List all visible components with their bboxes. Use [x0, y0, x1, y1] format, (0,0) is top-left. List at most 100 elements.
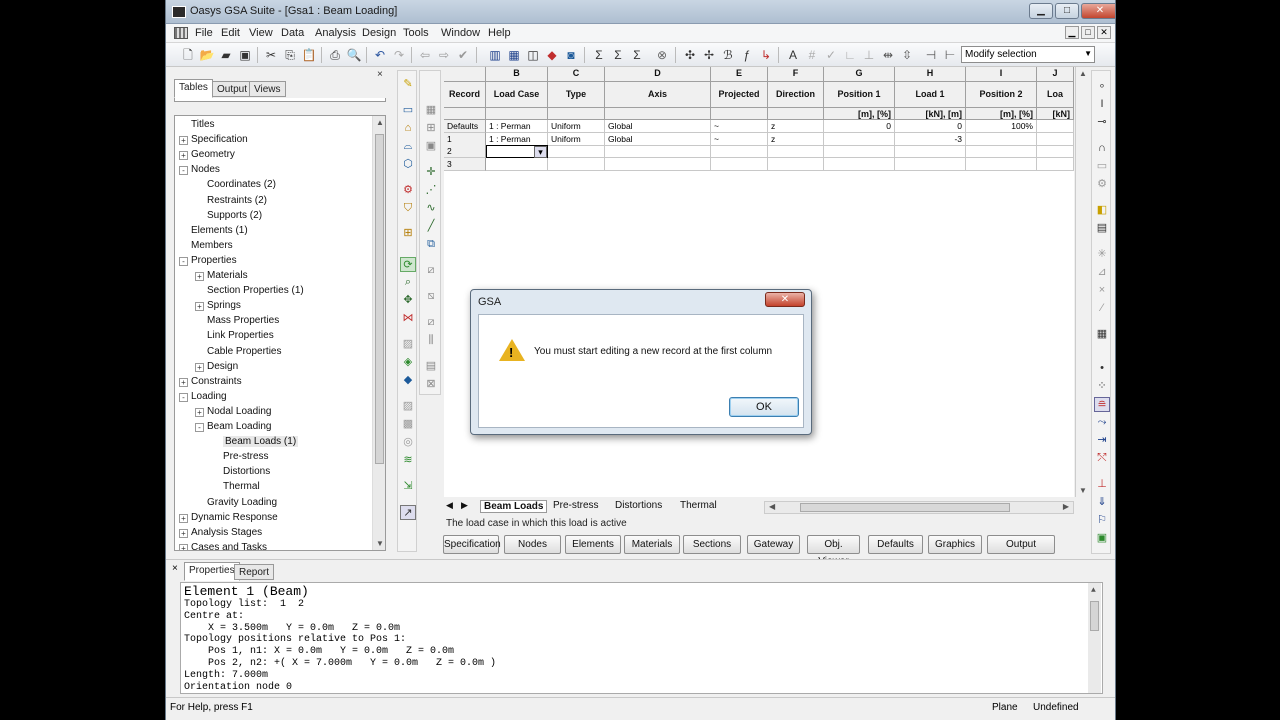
- align-horizontal-icon[interactable]: ⇹: [880, 47, 896, 63]
- measure-icon[interactable]: ⊿: [1094, 265, 1110, 280]
- table-cell[interactable]: [824, 132, 895, 146]
- link-icon[interactable]: ⊸: [1094, 115, 1110, 130]
- node-create-icon[interactable]: ⌂: [400, 121, 416, 136]
- shape-icon[interactable]: ◆: [400, 373, 416, 388]
- tab-tables[interactable]: Tables: [174, 79, 213, 98]
- text-label-icon[interactable]: A: [785, 47, 801, 63]
- gateway-button[interactable]: Sections: [683, 535, 741, 554]
- maximize-button[interactable]: □: [1055, 3, 1079, 19]
- slash-icon[interactable]: ⧄: [423, 263, 439, 278]
- window-icon[interactable]: ⧉: [423, 237, 439, 252]
- tree-toggle[interactable]: -: [179, 392, 188, 402]
- copy-icon[interactable]: ⎘: [282, 47, 298, 63]
- blank-icon[interactable]: ▭: [1094, 159, 1110, 174]
- mirror-icon[interactable]: ⊣: [923, 47, 939, 63]
- column-header[interactable]: Loa: [1037, 82, 1074, 108]
- down-arrow-icon[interactable]: ⇓: [1094, 495, 1110, 510]
- bridge-icon[interactable]: ⋈: [400, 311, 416, 326]
- node-tool-icon[interactable]: ✢: [701, 47, 717, 63]
- sheet-tab-thermal[interactable]: Thermal: [680, 500, 717, 511]
- arc-icon[interactable]: ∩: [1094, 141, 1110, 156]
- sheet-tab-beam-loads[interactable]: Beam Loads: [480, 500, 548, 513]
- scrollbar-thumb[interactable]: [375, 134, 384, 464]
- menu-help[interactable]: Help: [488, 27, 511, 39]
- table-cell[interactable]: 0: [824, 120, 895, 133]
- save-icon[interactable]: ▣: [237, 47, 253, 63]
- table-cell[interactable]: [895, 157, 966, 171]
- document-icon[interactable]: ▦: [1094, 327, 1110, 342]
- next-tab-arrow-icon[interactable]: ▶: [461, 500, 468, 511]
- row-header[interactable]: 2: [444, 145, 486, 158]
- forward-icon[interactable]: ⇨: [436, 47, 452, 63]
- mdi-close-button[interactable]: ✕: [1097, 26, 1111, 39]
- report-icon[interactable]: ▤: [1094, 221, 1110, 236]
- numbering-icon[interactable]: #: [804, 47, 820, 63]
- pan-icon[interactable]: ✥: [400, 293, 416, 308]
- point-icon[interactable]: •: [1094, 361, 1110, 376]
- active-load-icon[interactable]: ≘: [1094, 397, 1110, 412]
- table-view-icon[interactable]: ▥: [487, 47, 503, 63]
- tree-scrollbar[interactable]: ▲ ▼: [372, 116, 385, 550]
- target-icon[interactable]: ◎: [400, 435, 416, 450]
- sketch-icon[interactable]: ▭: [400, 103, 416, 118]
- gateway-button[interactable]: Nodes: [504, 535, 561, 554]
- gateway-button[interactable]: Output: [987, 535, 1055, 554]
- table-cell[interactable]: 1 : Perman: [486, 120, 548, 133]
- tab-output[interactable]: Output: [212, 81, 253, 97]
- spin-icon[interactable]: ✳: [1094, 247, 1110, 262]
- green-box-icon[interactable]: ▣: [1094, 531, 1110, 546]
- menu-design[interactable]: Design: [362, 27, 396, 39]
- pencil-icon[interactable]: ✎: [400, 77, 416, 92]
- curve-icon[interactable]: ∿: [423, 201, 439, 216]
- tree-toggle[interactable]: +: [195, 407, 204, 417]
- element-tool-icon[interactable]: ℬ: [720, 47, 736, 63]
- gateway-button[interactable]: Elements: [565, 535, 621, 554]
- gateway-button[interactable]: Gateway: [747, 535, 800, 554]
- menu-view[interactable]: View: [249, 27, 273, 39]
- gateway-button[interactable]: Defaults: [868, 535, 923, 554]
- table-cell[interactable]: 1 : Perman: [486, 132, 548, 146]
- open-model-icon[interactable]: ▰: [218, 47, 234, 63]
- tree-toggle[interactable]: +: [179, 543, 188, 550]
- close-panel-icon[interactable]: ×: [377, 69, 383, 80]
- table-cell[interactable]: [966, 145, 1037, 158]
- scale-icon[interactable]: ×: [1094, 283, 1110, 298]
- table-cell[interactable]: Uniform: [548, 132, 605, 146]
- first-tab-arrow-icon[interactable]: ◀: [446, 500, 453, 511]
- line-icon[interactable]: ╱: [423, 219, 439, 234]
- tab-views[interactable]: Views: [249, 81, 286, 97]
- column-letter[interactable]: H: [895, 67, 966, 82]
- table-cell[interactable]: [1037, 145, 1074, 158]
- scroll-up-icon[interactable]: ▲: [1079, 69, 1087, 78]
- column-header[interactable]: Position 1: [824, 82, 895, 108]
- text-cursor-icon[interactable]: I: [1094, 97, 1110, 112]
- properties-scrollbar[interactable]: ▲: [1088, 583, 1101, 693]
- table-cell[interactable]: [824, 145, 895, 158]
- row-header[interactable]: Defaults: [444, 120, 486, 133]
- app-icon[interactable]: [172, 6, 186, 18]
- column-letter[interactable]: D: [605, 67, 711, 82]
- open-folder-icon[interactable]: 📂: [199, 47, 215, 63]
- half-icon[interactable]: ⁄: [1094, 301, 1110, 316]
- check-icon[interactable]: ✔: [455, 47, 471, 63]
- scrollbar-thumb[interactable]: [1090, 601, 1099, 631]
- data-tree[interactable]: Titles + Specification + Geometry - Nodes Coord…: [174, 115, 386, 551]
- table-cell[interactable]: z: [768, 120, 824, 133]
- settings-gear-icon[interactable]: ⚙: [1094, 177, 1110, 192]
- table-cell[interactable]: [711, 157, 768, 171]
- column-header[interactable]: Load Case: [486, 82, 548, 108]
- column-letter[interactable]: I: [966, 67, 1037, 82]
- table-cell[interactable]: 100%: [966, 120, 1037, 133]
- thermal-icon[interactable]: ⊥: [1094, 477, 1110, 492]
- redo-icon[interactable]: ↷: [391, 47, 407, 63]
- mdi-minimize-button[interactable]: ▁: [1065, 26, 1079, 39]
- table-vertical-scrollbar[interactable]: ▲ ▼: [1075, 67, 1088, 497]
- menu-file[interactable]: File: [195, 27, 213, 39]
- function-tool-icon[interactable]: ƒ: [739, 47, 755, 63]
- table-cell[interactable]: [548, 157, 605, 171]
- frame-icon[interactable]: ▩: [400, 417, 416, 432]
- print-icon[interactable]: ⎙: [327, 47, 343, 63]
- table-cell[interactable]: [548, 145, 605, 158]
- tree-toggle[interactable]: +: [179, 377, 188, 387]
- mdi-restore-button[interactable]: □: [1081, 26, 1095, 39]
